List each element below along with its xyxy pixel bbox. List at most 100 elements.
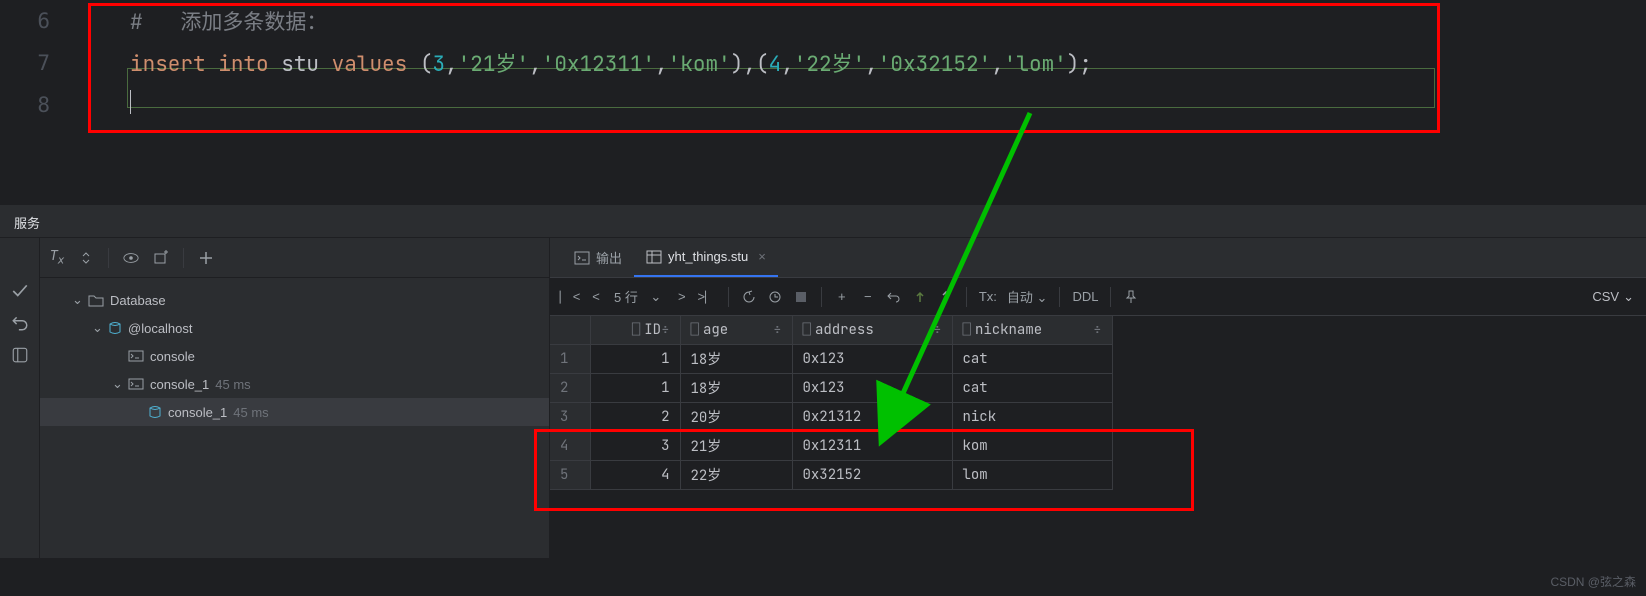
database-icon xyxy=(108,321,122,335)
column-header-id[interactable]: ⎕ID ÷ xyxy=(590,316,680,344)
column-header-address[interactable]: ⎕address÷ xyxy=(792,316,952,344)
left-toolbar: Tx xyxy=(40,238,549,278)
cell-address[interactable]: 0x12311 xyxy=(792,431,952,460)
services-panel-header: 服务 xyxy=(0,204,1646,238)
cell-nickname[interactable]: cat xyxy=(952,344,1112,373)
database-icon xyxy=(148,405,162,419)
tree-console-1[interactable]: ⌄ console_1 45 ms xyxy=(40,370,549,398)
rows-count: 5 行 xyxy=(614,287,638,306)
column-icon: ⎕ xyxy=(632,321,640,339)
sql-keyword-into: into xyxy=(218,51,268,78)
tab-output[interactable]: 输出 xyxy=(562,238,634,277)
undo-icon[interactable] xyxy=(11,314,29,332)
tx-value[interactable]: 自动 ⌄ xyxy=(1007,287,1048,306)
result-table: ⎕ID ÷ ⎕age÷ ⎕address÷ ⎕nickname÷ 1 1 18岁… xyxy=(550,316,1113,490)
tree-console[interactable]: console xyxy=(40,342,549,370)
commit-icon[interactable] xyxy=(912,289,928,305)
row-number: 4 xyxy=(550,431,590,460)
table-row[interactable]: 3 2 20岁 0x21312 nick xyxy=(550,402,1112,431)
chevron-down-icon: ⌄ xyxy=(72,292,86,308)
cell-id[interactable]: 1 xyxy=(590,344,680,373)
chevron-updown-icon[interactable] xyxy=(78,250,94,266)
next-page-icon[interactable]: > xyxy=(674,289,690,305)
folder-icon xyxy=(88,293,104,307)
stop-icon[interactable] xyxy=(793,289,809,305)
console-icon xyxy=(128,378,144,390)
cell-age[interactable]: 22岁 xyxy=(680,460,792,489)
tree-console-1-child[interactable]: console_1 45 ms xyxy=(40,398,549,426)
watermark: CSDN @弦之森 xyxy=(1550,573,1636,590)
line-number: 8 xyxy=(0,93,80,117)
cell-nickname[interactable]: kom xyxy=(952,431,1112,460)
chevron-down-icon[interactable]: ⌄ xyxy=(648,289,664,305)
submit-icon[interactable] xyxy=(938,289,954,305)
line-number: 6 xyxy=(0,9,80,33)
cell-address[interactable]: 0x32152 xyxy=(792,460,952,489)
comment-hash: # xyxy=(130,9,143,36)
cell-id[interactable]: 1 xyxy=(590,373,680,402)
close-icon[interactable]: × xyxy=(758,249,766,264)
plus-icon[interactable] xyxy=(198,250,214,266)
table-row[interactable]: 2 1 18岁 0x123 cat xyxy=(550,373,1112,402)
output-icon xyxy=(574,251,590,265)
cell-address[interactable]: 0x21312 xyxy=(792,402,952,431)
cell-nickname[interactable]: cat xyxy=(952,373,1112,402)
eye-icon[interactable] xyxy=(123,250,139,266)
cell-age[interactable]: 21岁 xyxy=(680,431,792,460)
line-number: 7 xyxy=(0,51,80,75)
row-number: 2 xyxy=(550,373,590,402)
ddl-button[interactable]: DDL xyxy=(1072,289,1098,304)
sql-table-name: stu xyxy=(281,51,319,78)
cell-age[interactable]: 18岁 xyxy=(680,373,792,402)
cell-age[interactable]: 18岁 xyxy=(680,344,792,373)
tab-table[interactable]: yht_things.stu × xyxy=(634,238,778,277)
tree-host[interactable]: ⌄ @localhost xyxy=(40,314,549,342)
add-row-icon[interactable]: + xyxy=(834,289,850,305)
column-header-age[interactable]: ⎕age÷ xyxy=(680,316,792,344)
cell-id[interactable]: 4 xyxy=(590,460,680,489)
result-tabs: 输出 yht_things.stu × xyxy=(550,238,1646,278)
cell-address[interactable]: 0x123 xyxy=(792,344,952,373)
comment-text: 添加多条数据： xyxy=(155,9,327,36)
chevron-down-icon: ⌄ xyxy=(112,376,126,392)
revert-icon[interactable] xyxy=(886,289,902,305)
left-rail xyxy=(0,238,40,558)
code-editor[interactable]: 6 # 添加多条数据： 7 insert into stu values (3,… xyxy=(0,0,1646,180)
first-page-icon[interactable]: ⎸< xyxy=(562,289,578,305)
tree-root-database[interactable]: ⌄ Database xyxy=(40,286,549,314)
cell-nickname[interactable]: lom xyxy=(952,460,1112,489)
table-row[interactable]: 1 1 18岁 0x123 cat xyxy=(550,344,1112,373)
tx-label: Tx: xyxy=(979,289,997,304)
services-tree: ⌄ Database ⌄ @localhost console xyxy=(40,278,549,434)
csv-export-button[interactable]: CSV ⌄ xyxy=(1592,289,1634,305)
cell-nickname[interactable]: nick xyxy=(952,402,1112,431)
chevron-down-icon: ⌄ xyxy=(92,320,106,336)
row-number: 1 xyxy=(550,344,590,373)
last-page-icon[interactable]: >⎸ xyxy=(700,289,716,305)
table-icon xyxy=(646,250,662,264)
pin-icon[interactable] xyxy=(1123,289,1139,305)
row-number: 5 xyxy=(550,460,590,489)
sql-keyword-values: values xyxy=(332,51,408,78)
sql-keyword-insert: insert xyxy=(130,51,206,78)
history-icon[interactable] xyxy=(767,289,783,305)
cell-age[interactable]: 20岁 xyxy=(680,402,792,431)
row-num-header xyxy=(550,316,590,344)
remove-row-icon[interactable]: − xyxy=(860,289,876,305)
column-icon: ⎕ xyxy=(963,321,971,339)
refresh-icon[interactable] xyxy=(741,289,757,305)
cell-address[interactable]: 0x123 xyxy=(792,373,952,402)
cell-id[interactable]: 2 xyxy=(590,402,680,431)
prev-page-icon[interactable]: < xyxy=(588,289,604,305)
cell-id[interactable]: 3 xyxy=(590,431,680,460)
column-header-nickname[interactable]: ⎕nickname÷ xyxy=(952,316,1112,344)
tx-icon[interactable]: Tx xyxy=(50,249,64,267)
layout-icon[interactable] xyxy=(11,346,29,364)
row-number: 3 xyxy=(550,402,590,431)
check-icon[interactable] xyxy=(11,282,29,300)
new-tab-icon[interactable] xyxy=(153,250,169,266)
console-icon xyxy=(128,350,144,362)
table-row[interactable]: 4 3 21岁 0x12311 kom xyxy=(550,431,1112,460)
cursor xyxy=(130,90,131,114)
table-row[interactable]: 5 4 22岁 0x32152 lom xyxy=(550,460,1112,489)
